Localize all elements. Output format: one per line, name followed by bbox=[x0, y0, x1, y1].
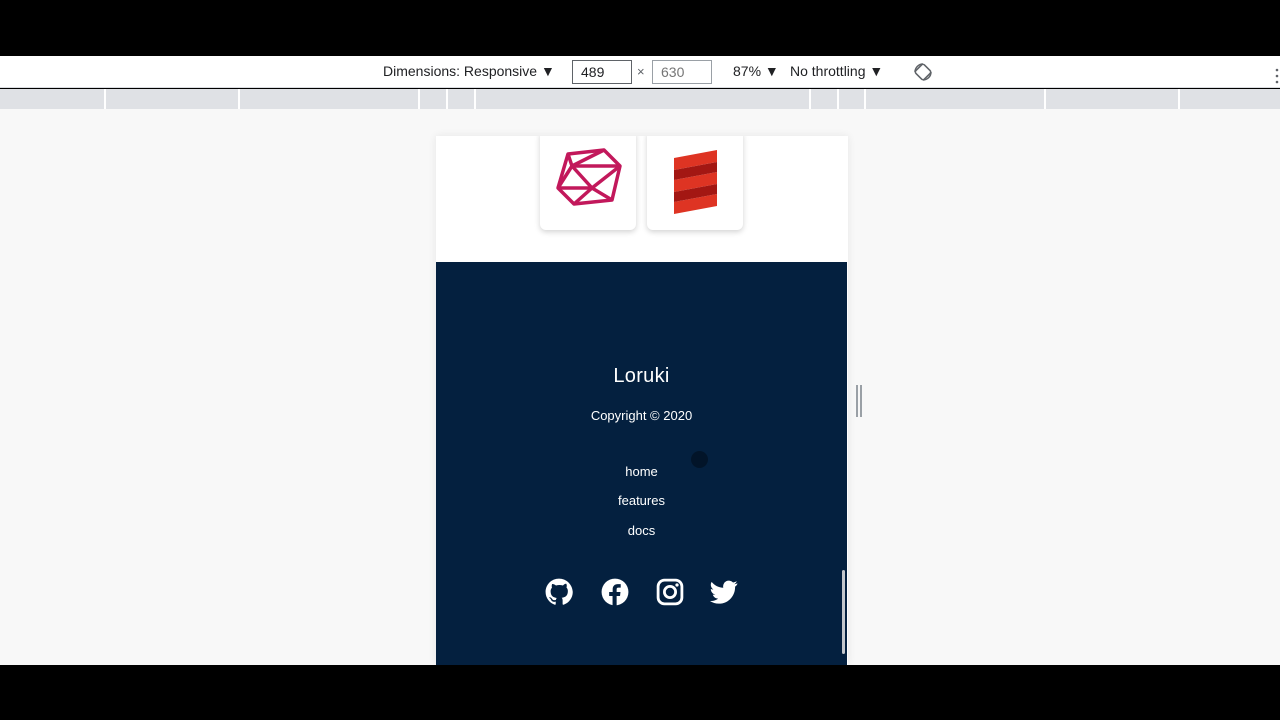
tech-card-ruby bbox=[540, 136, 636, 230]
footer-link-home[interactable]: home bbox=[436, 464, 847, 479]
twitter-icon[interactable] bbox=[710, 578, 738, 606]
footer-link-features[interactable]: features bbox=[436, 493, 847, 508]
tech-card-scala bbox=[647, 136, 743, 230]
page-scrollbar[interactable] bbox=[842, 570, 845, 654]
video-letterbox-top bbox=[0, 0, 1280, 56]
device-toolbar: Dimensions: Responsive ▼ × 87% ▼ No thro… bbox=[0, 56, 1280, 88]
video-letterbox-bottom bbox=[0, 665, 1280, 720]
viewport-width-input[interactable] bbox=[572, 60, 632, 84]
mouse-cursor-highlight bbox=[691, 451, 708, 468]
github-icon[interactable] bbox=[545, 578, 573, 606]
footer-copyright: Copyright © 2020 bbox=[590, 408, 693, 423]
site-footer: Loruki Copyright © 2020 home features do… bbox=[436, 262, 847, 665]
emulated-viewport: Loruki Copyright © 2020 home features do… bbox=[436, 136, 848, 665]
facebook-icon[interactable] bbox=[601, 578, 629, 606]
viewport-height-input[interactable] bbox=[652, 60, 712, 84]
footer-link-docs[interactable]: docs bbox=[436, 523, 847, 538]
footer-brand[interactable]: Loruki bbox=[436, 365, 847, 388]
viewport-resize-handle[interactable] bbox=[855, 385, 863, 417]
zoom-dropdown[interactable]: 87% ▼ bbox=[733, 56, 779, 87]
more-options-icon[interactable] bbox=[1274, 64, 1280, 84]
instagram-icon[interactable] bbox=[656, 578, 684, 606]
dimension-separator: × bbox=[637, 64, 645, 79]
throttling-dropdown[interactable]: No throttling ▼ bbox=[790, 56, 883, 87]
dimensions-dropdown[interactable]: Dimensions: Responsive ▼ bbox=[383, 56, 555, 87]
media-query-bar[interactable] bbox=[0, 89, 1280, 109]
languages-section bbox=[436, 136, 848, 262]
rotate-icon[interactable] bbox=[913, 62, 933, 82]
